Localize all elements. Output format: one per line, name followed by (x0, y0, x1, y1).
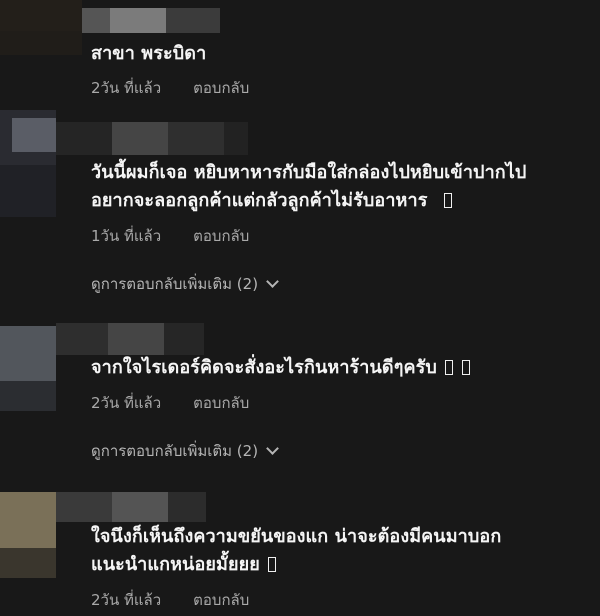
chevron-down-icon (266, 442, 279, 455)
reply-button[interactable]: ตอบกลับ (193, 588, 249, 612)
comment-timestamp: 2วัน ที่แล้ว (91, 79, 162, 97)
comment-text-content: จากใจไรเดอร์คิดจะสั่งอะไรกินหาร้านดีๆครั… (91, 357, 437, 378)
comment-meta: 1วัน ที่แล้ว ตอบกลับ (91, 225, 249, 247)
reply-button[interactable]: ตอบกลับ (193, 391, 249, 415)
view-more-replies-label: ดูการตอบกลับเพิ่มเติม (2) (91, 275, 259, 293)
view-more-replies-button[interactable]: ดูการตอบกลับเพิ่มเติม (2) (91, 273, 279, 295)
missing-emoji-glyph-icon (445, 360, 454, 375)
comment-meta: 2วัน ที่แล้ว ตอบกลับ (91, 392, 249, 414)
comment-meta: 2วัน ที่แล้ว ตอบกลับ (91, 77, 249, 99)
comment-text-line-2-content: แนะนำแกหน่อยมั้ยยย (91, 554, 260, 575)
comment-text-line-1: วันนี้ผมก็เจอ หยิบหาหารกับมือใส่กล่องไปห… (91, 162, 527, 183)
view-more-replies-label: ดูการตอบกลับเพิ่มเติม (2) (91, 442, 259, 460)
reply-button[interactable]: ตอบกลับ (193, 76, 249, 100)
comment-thread: สาขา พระบิดา 2วัน ที่แล้ว ตอบกลับ วันนี้… (0, 0, 600, 616)
comment-timestamp: 2วัน ที่แล้ว (91, 591, 162, 609)
comment-timestamp: 2วัน ที่แล้ว (91, 394, 162, 412)
comment-meta: 2วัน ที่แล้ว ตอบกลับ (91, 589, 249, 611)
chevron-down-icon (266, 275, 279, 288)
comment-text: จากใจไรเดอร์คิดจะสั่งอะไรกินหาร้านดีๆครั… (91, 354, 470, 382)
comment-text-line-2: อยากจะลอกลูกค้าแต่กลัวลูกค้าไม่รับอาหาร (91, 187, 452, 215)
comment-text-line-2-content: อยากจะลอกลูกค้าแต่กลัวลูกค้าไม่รับอาหาร (91, 190, 428, 211)
comment-timestamp: 1วัน ที่แล้ว (91, 227, 162, 245)
comment-text: สาขา พระบิดา (91, 43, 207, 64)
reply-button[interactable]: ตอบกลับ (193, 224, 249, 248)
comment-text-line-1: ใจนึงก็เห็นถึงความขยันของแก น่าจะต้องมีค… (91, 526, 502, 547)
missing-emoji-glyph-icon (461, 360, 470, 375)
missing-emoji-glyph-icon (268, 557, 277, 572)
view-more-replies-button[interactable]: ดูการตอบกลับเพิ่มเติม (2) (91, 440, 279, 462)
comment-text-line-2: แนะนำแกหน่อยมั้ยยย (91, 551, 277, 579)
missing-emoji-glyph-icon (443, 193, 452, 208)
